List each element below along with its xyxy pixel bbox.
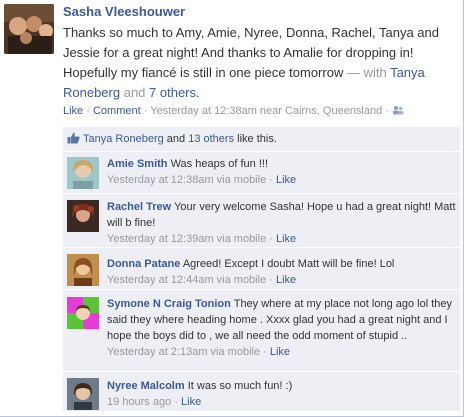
comment-text: It was so much fun! :): [187, 380, 293, 392]
commenter-name[interactable]: Amie Smith: [107, 158, 168, 170]
comment-like-button[interactable]: Like: [270, 346, 290, 358]
comment-item: Rachel Trew Your very welcome Sasha! Hop…: [63, 193, 460, 248]
author-avatar[interactable]: [4, 4, 54, 54]
feedback-box: Tanya Roneberg and 13 others like this. …: [63, 127, 460, 411]
comment-like-button[interactable]: Like: [276, 233, 296, 245]
post-author-name[interactable]: Sasha Vleeshouwer: [63, 4, 185, 19]
post-comment-button[interactable]: Comment: [93, 105, 141, 117]
comment-like-button[interactable]: Like: [276, 174, 296, 186]
commenter-avatar[interactable]: [67, 378, 99, 410]
comment-time[interactable]: Yesterday at 12:38am via mobile: [107, 174, 266, 186]
post-timestamp[interactable]: Yesterday at 12:38am near Cairns, Queens…: [150, 105, 382, 117]
and-word: and: [120, 85, 150, 100]
commenter-avatar[interactable]: [67, 297, 99, 329]
like-thumb-icon: [67, 132, 80, 144]
commenter-name[interactable]: Symone N Craig Tonion: [107, 298, 231, 310]
comment-like-button[interactable]: Like: [181, 396, 201, 408]
commenter-avatar[interactable]: [67, 254, 99, 286]
with-prefix: — with: [343, 65, 391, 80]
post-actions: Like · Comment · Yesterday at 12:38am ne…: [63, 105, 404, 117]
comment-time[interactable]: Yesterday at 12:44am via mobile: [107, 274, 266, 286]
comment-item: Donna Patane Agreed! Except I doubt Matt…: [63, 247, 460, 290]
likes-and: and: [163, 133, 189, 145]
friends-audience-icon[interactable]: [392, 105, 404, 117]
likes-suffix: like this.: [234, 133, 277, 145]
comment-text: Was heaps of fun !!!: [170, 158, 268, 170]
tagged-others-link[interactable]: 7 others: [149, 85, 196, 100]
comment-time[interactable]: Yesterday at 12:39am via mobile: [107, 233, 266, 245]
liker-link[interactable]: Tanya Roneberg: [83, 133, 164, 145]
likes-others-link[interactable]: 13 others: [188, 133, 234, 145]
post-message: Thanks so much to Amy, Amie, Nyree, Donn…: [63, 23, 458, 103]
commenter-name[interactable]: Rachel Trew: [107, 201, 171, 213]
commenter-avatar[interactable]: [67, 200, 99, 232]
post-like-button[interactable]: Like: [63, 105, 83, 117]
likes-summary: Tanya Roneberg and 13 others like this.: [67, 132, 277, 145]
comment-item: Symone N Craig Tonion They where at my p…: [63, 289, 460, 372]
commenter-name[interactable]: Nyree Malcolm: [107, 380, 185, 392]
commenter-avatar[interactable]: [67, 157, 99, 189]
comment-text: Agreed! Except I doubt Matt will be fine…: [182, 258, 395, 270]
comment-like-button[interactable]: Like: [276, 274, 296, 286]
comment-time[interactable]: Yesterday at 2:13am via mobile: [107, 346, 260, 358]
commenter-name[interactable]: Donna Patane: [107, 258, 180, 270]
comment-item: Nyree Malcolm It was so much fun! :) 19 …: [63, 371, 460, 412]
comment-time[interactable]: 19 hours ago: [107, 396, 171, 408]
end-dot: .: [196, 85, 200, 100]
comment-item: Amie Smith Was heaps of fun !!! Yesterda…: [63, 151, 460, 194]
